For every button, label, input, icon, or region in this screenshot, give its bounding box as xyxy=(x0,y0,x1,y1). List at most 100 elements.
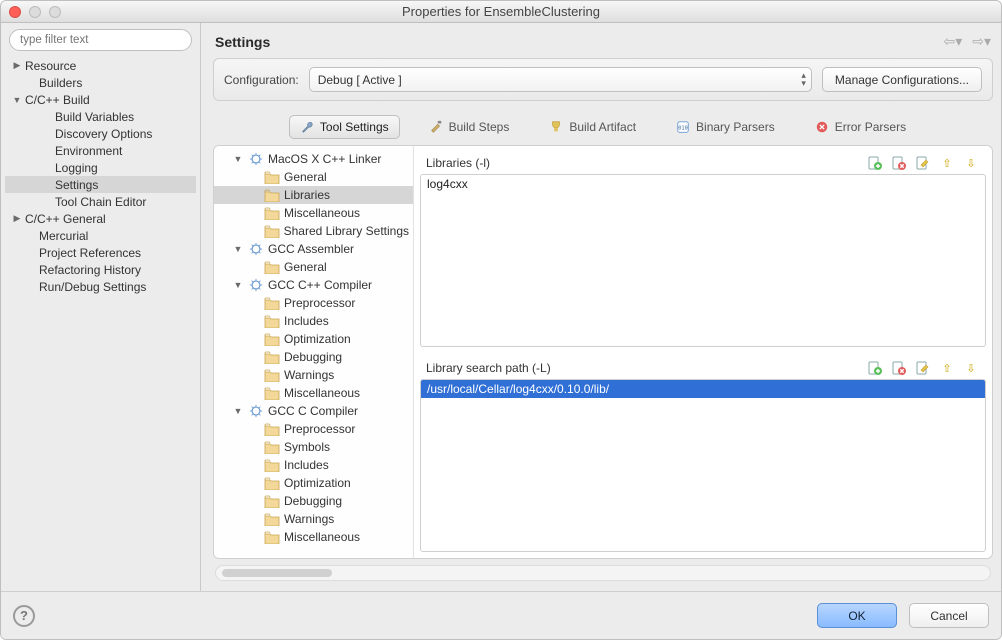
folder-icon-wrap xyxy=(264,422,280,436)
sidebar-item-label: Environment xyxy=(53,144,122,158)
sidebar-item[interactable]: Builders xyxy=(5,74,196,91)
tab-error-parsers[interactable]: Error Parsers xyxy=(804,115,917,139)
tool-tree-item[interactable]: Debugging xyxy=(214,348,413,366)
back-icon[interactable]: ⇦▾ xyxy=(943,33,962,50)
scrollbar-thumb[interactable] xyxy=(222,569,332,577)
tool-tree-item[interactable]: Shared Library Settings xyxy=(214,222,413,240)
tab-label: Error Parsers xyxy=(835,120,906,134)
nav-icons: ⇦▾ ⇨▾ xyxy=(943,33,991,50)
move-library-down-button[interactable]: ⇩ xyxy=(962,154,980,172)
libraries-panel: Libraries (-l) xyxy=(420,152,986,347)
sidebar-item[interactable]: Project References xyxy=(5,244,196,261)
forward-icon[interactable]: ⇨▾ xyxy=(972,33,991,50)
sidebar-item[interactable]: ▶C/C++ General xyxy=(5,210,196,227)
folder-icon xyxy=(264,333,280,346)
list-item[interactable]: log4cxx xyxy=(421,175,985,193)
sidebar-item[interactable]: ▶Resource xyxy=(5,57,196,74)
add-path-button[interactable] xyxy=(866,359,884,377)
main-content: Settings ⇦▾ ⇨▾ Configuration: Debug [ Ac… xyxy=(201,23,1001,591)
tool-tree-item[interactable]: General xyxy=(214,168,413,186)
folder-icon xyxy=(264,351,280,364)
folder-icon xyxy=(264,297,280,310)
sidebar-item[interactable]: Discovery Options xyxy=(5,125,196,142)
remove-library-button[interactable] xyxy=(890,154,908,172)
tool-tree-item[interactable]: Optimization xyxy=(214,330,413,348)
sidebar-item[interactable]: Run/Debug Settings xyxy=(5,278,196,295)
sidebar-item[interactable]: Refactoring History xyxy=(5,261,196,278)
sidebar-item[interactable]: Logging xyxy=(5,159,196,176)
folder-icon-wrap xyxy=(264,350,280,364)
sidebar-item-label: Project References xyxy=(37,246,141,260)
close-window-button[interactable] xyxy=(9,6,21,18)
tool-tree-item[interactable]: Warnings xyxy=(214,510,413,528)
tool-tree-item[interactable]: Includes xyxy=(214,456,413,474)
tool-tree-item[interactable]: Symbols xyxy=(214,438,413,456)
sidebar-item[interactable]: Environment xyxy=(5,142,196,159)
help-button[interactable]: ? xyxy=(13,605,35,627)
move-path-up-button[interactable]: ⇧ xyxy=(938,359,956,377)
library-paths-list[interactable]: /usr/local/Cellar/log4cxx/0.10.0/lib/ xyxy=(420,379,986,552)
library-paths-header: Library search path (-L) xyxy=(420,357,986,379)
edit-path-button[interactable] xyxy=(914,359,932,377)
folder-icon xyxy=(264,495,280,508)
tab-label: Build Steps xyxy=(449,120,510,134)
tool-tree-label: Includes xyxy=(284,314,329,328)
tab-build-artifact[interactable]: Build Artifact xyxy=(538,115,647,139)
move-library-up-button[interactable]: ⇧ xyxy=(938,154,956,172)
tool-tree-item[interactable]: ▼GCC Assembler xyxy=(214,240,413,258)
minimize-window-button[interactable] xyxy=(29,6,41,18)
tool-tree-item[interactable]: ▼MacOS X C++ Linker xyxy=(214,150,413,168)
filter-input[interactable] xyxy=(9,29,192,51)
footer-buttons: OK Cancel xyxy=(817,603,989,628)
folder-icon-wrap xyxy=(264,476,280,490)
tool-tree-item[interactable]: Miscellaneous xyxy=(214,384,413,402)
sidebar-item[interactable]: Build Variables xyxy=(5,108,196,125)
tool-tree-item[interactable]: ▼GCC C++ Compiler xyxy=(214,276,413,294)
tool-tree-item[interactable]: Preprocessor xyxy=(214,420,413,438)
add-library-button[interactable] xyxy=(866,154,884,172)
zoom-window-button[interactable] xyxy=(49,6,61,18)
tool-tree-item[interactable]: Debugging xyxy=(214,492,413,510)
folder-icon-wrap xyxy=(264,512,280,526)
configuration-combo[interactable]: Debug [ Active ] ▴▾ xyxy=(309,67,812,92)
tool-tree-item[interactable]: Preprocessor xyxy=(214,294,413,312)
folder-icon xyxy=(264,189,280,202)
remove-path-button[interactable] xyxy=(890,359,908,377)
tool-tree-item[interactable]: Warnings xyxy=(214,366,413,384)
folder-icon-wrap xyxy=(264,440,280,454)
edit-library-button[interactable] xyxy=(914,154,932,172)
tool-tree-item[interactable]: Optimization xyxy=(214,474,413,492)
tab-tool-settings[interactable]: Tool Settings xyxy=(289,115,400,139)
list-item[interactable]: /usr/local/Cellar/log4cxx/0.10.0/lib/ xyxy=(421,380,985,398)
tab-binary-parsers[interactable]: 010Binary Parsers xyxy=(665,115,786,139)
tool-icon-wrap xyxy=(248,152,264,166)
sidebar-item-label: Discovery Options xyxy=(53,127,152,141)
delete-page-icon xyxy=(891,155,907,171)
tool-tree-label: GCC C Compiler xyxy=(268,404,358,418)
folder-icon-wrap xyxy=(264,332,280,346)
manage-configurations-button[interactable]: Manage Configurations... xyxy=(822,67,982,92)
tab-build-steps[interactable]: Build Steps xyxy=(418,115,521,139)
ok-button[interactable]: OK xyxy=(817,603,897,628)
libraries-list[interactable]: log4cxx xyxy=(420,174,986,347)
libraries-title: Libraries (-l) xyxy=(426,156,490,170)
tool-tree-item[interactable]: Includes xyxy=(214,312,413,330)
move-path-down-button[interactable]: ⇩ xyxy=(962,359,980,377)
sidebar-item-label: C/C++ Build xyxy=(23,93,90,107)
delete-page-icon xyxy=(891,360,907,376)
horizontal-scrollbar[interactable] xyxy=(215,565,991,581)
tool-tree-item[interactable]: General xyxy=(214,258,413,276)
sidebar-item[interactable]: Tool Chain Editor xyxy=(5,193,196,210)
folder-icon-wrap xyxy=(264,188,280,202)
tool-tree-item[interactable]: Miscellaneous xyxy=(214,528,413,546)
caret-icon: ▼ xyxy=(232,406,244,416)
tool-tree-item[interactable]: ▼ GCC C Compiler xyxy=(214,402,413,420)
sidebar-item[interactable]: ▼C/C++ Build xyxy=(5,91,196,108)
tool-tree-label: General xyxy=(284,170,327,184)
cancel-button[interactable]: Cancel xyxy=(909,603,989,628)
sidebar-item[interactable]: Mercurial xyxy=(5,227,196,244)
caret-icon: ▶ xyxy=(11,60,23,71)
tool-tree-item[interactable]: Miscellaneous xyxy=(214,204,413,222)
tool-tree-item[interactable]: Libraries xyxy=(214,186,413,204)
sidebar-item[interactable]: Settings xyxy=(5,176,196,193)
